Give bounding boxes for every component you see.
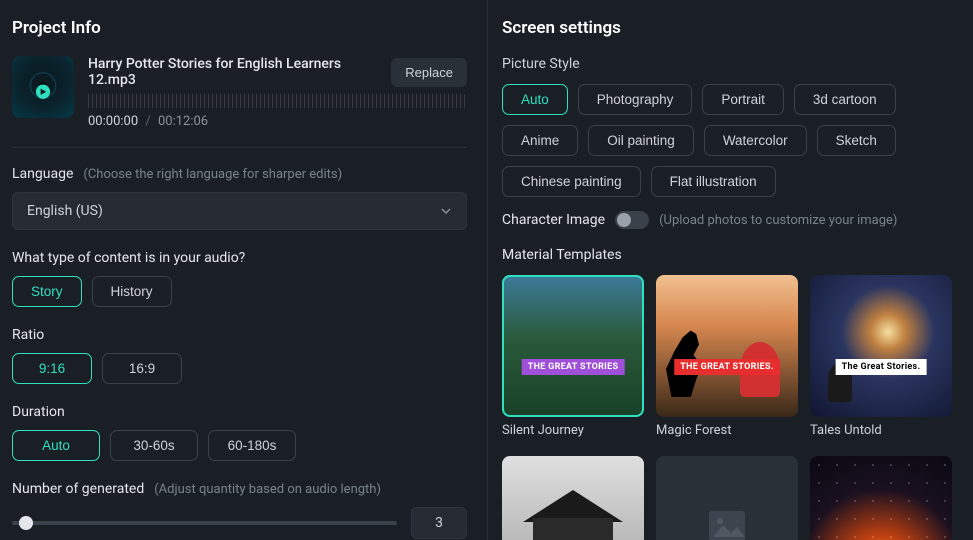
screen-settings-title: Screen settings bbox=[502, 18, 959, 38]
num-generated-hint: (Adjust quantity based on audio length) bbox=[154, 482, 381, 497]
audio-file-row: Harry Potter Stories for English Learner… bbox=[12, 56, 467, 129]
template-caption: THE GREAT STORIES. bbox=[674, 359, 780, 375]
template-caption: The Great Stories. bbox=[836, 359, 927, 375]
character-image-row: Character Image (Upload photos to custom… bbox=[502, 211, 959, 229]
content-type-story[interactable]: Story bbox=[12, 276, 82, 307]
template-card-5[interactable] bbox=[656, 456, 798, 540]
template-thumb: THE GREAT STORIES bbox=[502, 275, 644, 417]
audio-total-time: 00:12:06 bbox=[158, 114, 208, 129]
project-info-title: Project Info bbox=[12, 18, 467, 38]
template-silent-journey[interactable]: THE GREAT STORIES Silent Journey bbox=[502, 275, 644, 438]
style-auto[interactable]: Auto bbox=[502, 84, 568, 115]
language-hint: (Choose the right language for sharper e… bbox=[83, 167, 342, 182]
language-value: English (US) bbox=[27, 203, 103, 219]
style-portrait[interactable]: Portrait bbox=[702, 84, 784, 115]
character-image-toggle[interactable] bbox=[615, 211, 649, 229]
ratio-options: 9:16 16:9 bbox=[12, 353, 467, 384]
template-thumb bbox=[502, 456, 644, 540]
template-thumb bbox=[656, 456, 798, 540]
template-magic-forest[interactable]: THE GREAT STORIES. Magic Forest bbox=[656, 275, 798, 438]
ratio-label: Ratio bbox=[12, 327, 44, 343]
style-sketch[interactable]: Sketch bbox=[817, 125, 896, 156]
style-anime[interactable]: Anime bbox=[502, 125, 578, 156]
template-thumb: The Great Stories. bbox=[810, 275, 952, 417]
picture-style-label: Picture Style bbox=[502, 56, 959, 72]
content-type-options: Story History bbox=[12, 276, 467, 307]
audio-waveform[interactable] bbox=[88, 94, 467, 108]
num-generated-value[interactable]: 3 bbox=[411, 507, 467, 539]
template-name: Silent Journey bbox=[502, 423, 644, 438]
material-templates-label: Material Templates bbox=[502, 247, 959, 263]
template-card-6[interactable] bbox=[810, 456, 952, 540]
screen-settings-panel: Screen settings Picture Style Auto Photo… bbox=[488, 0, 973, 540]
style-oil-painting[interactable]: Oil painting bbox=[588, 125, 694, 156]
template-caption: THE GREAT STORIES bbox=[522, 359, 625, 375]
audio-thumbnail bbox=[12, 56, 74, 118]
language-select[interactable]: English (US) bbox=[12, 192, 467, 230]
duration-auto[interactable]: Auto bbox=[12, 430, 100, 461]
style-3d-cartoon[interactable]: 3d cartoon bbox=[794, 84, 896, 115]
template-card-4[interactable] bbox=[502, 456, 644, 540]
audio-timecodes: 00:00:00 / 00:12:06 bbox=[88, 114, 467, 129]
ratio-field: Ratio 9:16 16:9 bbox=[12, 327, 467, 384]
divider bbox=[12, 147, 467, 148]
audio-disc-icon bbox=[24, 68, 62, 106]
audio-metadata: Harry Potter Stories for English Learner… bbox=[88, 56, 467, 129]
content-type-field: What type of content is in your audio? S… bbox=[12, 250, 467, 307]
character-image-hint: (Upload photos to customize your image) bbox=[659, 213, 897, 228]
duration-label: Duration bbox=[12, 404, 65, 420]
audio-filename: Harry Potter Stories for English Learner… bbox=[88, 56, 391, 88]
duration-60-180[interactable]: 60-180s bbox=[208, 430, 296, 461]
chevron-down-icon bbox=[440, 205, 452, 217]
image-placeholder-icon bbox=[705, 505, 749, 540]
audio-current-time: 00:00:00 bbox=[88, 114, 138, 129]
replace-button[interactable]: Replace bbox=[391, 58, 467, 87]
template-name: Magic Forest bbox=[656, 423, 798, 438]
style-flat-illustration[interactable]: Flat illustration bbox=[651, 166, 776, 197]
style-watercolor[interactable]: Watercolor bbox=[704, 125, 807, 156]
picture-style-options: Auto Photography Portrait 3d cartoon Ani… bbox=[502, 84, 959, 197]
num-generated-label: Number of generated bbox=[12, 481, 144, 497]
template-tales-untold[interactable]: The Great Stories. Tales Untold bbox=[810, 275, 952, 438]
num-generated-slider[interactable] bbox=[12, 521, 397, 525]
style-chinese-painting[interactable]: Chinese painting bbox=[502, 166, 641, 197]
language-field: Language (Choose the right language for … bbox=[12, 166, 467, 230]
ratio-9-16[interactable]: 9:16 bbox=[12, 353, 92, 384]
content-type-history[interactable]: History bbox=[92, 276, 172, 307]
content-type-label: What type of content is in your audio? bbox=[12, 250, 245, 266]
style-photography[interactable]: Photography bbox=[578, 84, 693, 115]
template-thumb: THE GREAT STORIES. bbox=[656, 275, 798, 417]
material-templates-grid: THE GREAT STORIES Silent Journey THE GRE… bbox=[502, 275, 959, 540]
project-info-panel: Project Info Harry Potter Stories for En… bbox=[0, 0, 488, 540]
template-thumb bbox=[810, 456, 952, 540]
duration-field: Duration Auto 30-60s 60-180s bbox=[12, 404, 467, 461]
template-name: Tales Untold bbox=[810, 423, 952, 438]
character-image-label: Character Image bbox=[502, 212, 605, 228]
language-label: Language bbox=[12, 166, 73, 182]
num-generated-field: Number of generated (Adjust quantity bas… bbox=[12, 481, 467, 539]
duration-30-60[interactable]: 30-60s bbox=[110, 430, 198, 461]
ratio-16-9[interactable]: 16:9 bbox=[102, 353, 182, 384]
duration-options: Auto 30-60s 60-180s bbox=[12, 430, 467, 461]
